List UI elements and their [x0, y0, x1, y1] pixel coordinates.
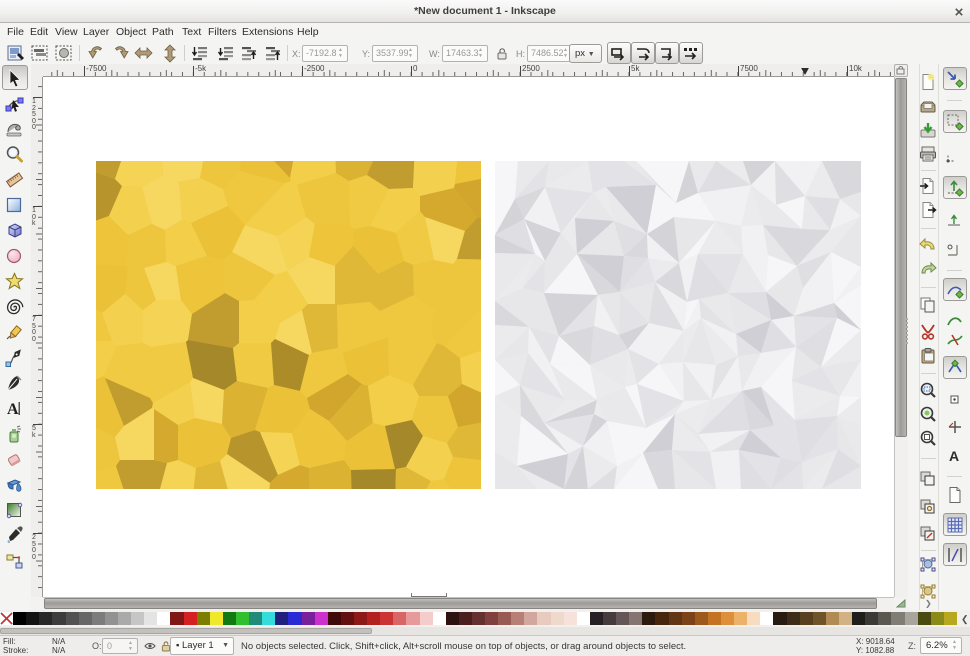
svg-text:A: A: [949, 448, 959, 464]
svg-text:A: A: [7, 401, 19, 418]
